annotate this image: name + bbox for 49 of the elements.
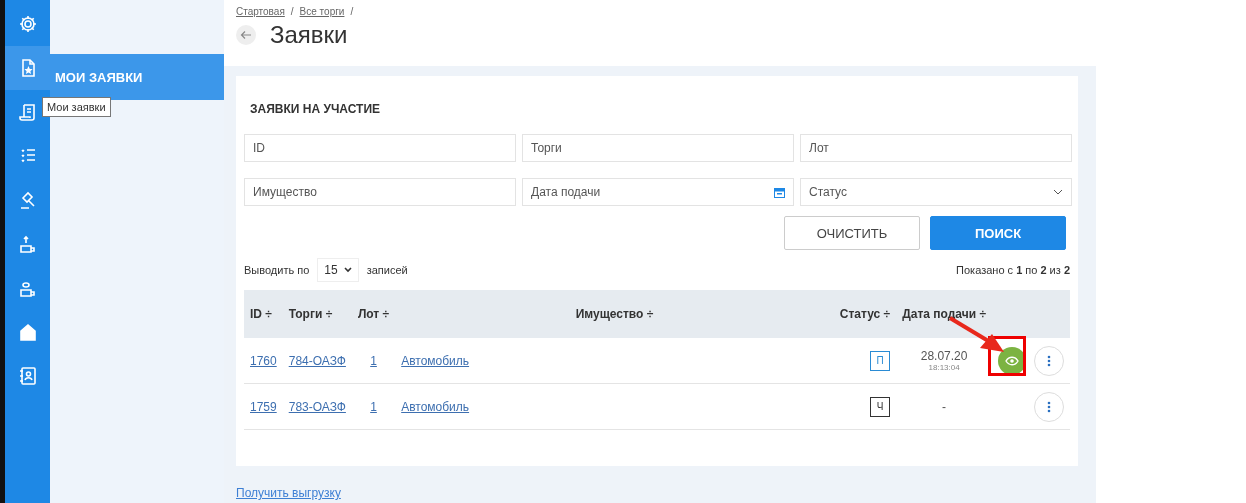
view-button[interactable]: [998, 346, 1026, 375]
status-badge: П: [870, 350, 891, 371]
input-field[interactable]: Лот: [800, 134, 1072, 162]
page-title: Заявки: [270, 21, 348, 49]
column-header[interactable]: ID ÷: [250, 307, 272, 321]
contacts-icon: [17, 366, 38, 386]
clear-button[interactable]: ОЧИСТИТЬ: [784, 216, 920, 250]
date-field[interactable]: Дата подачи: [522, 178, 794, 206]
chevron-down-icon: [1053, 189, 1063, 195]
card-title: ЗАЯВКИ НА УЧАСТИЕ: [249, 101, 381, 118]
page-size-label: Выводить по: [244, 264, 310, 276]
input-field[interactable]: Торги: [522, 134, 794, 162]
back-arrow-icon: [240, 29, 252, 41]
column-header[interactable]: Торги ÷: [288, 307, 333, 321]
auction-link[interactable]: 783-ОАЗФ: [288, 399, 346, 414]
scroll-icon: [17, 102, 38, 122]
page-size-label: записей: [366, 264, 408, 276]
id-link[interactable]: 1759: [250, 399, 277, 414]
more-icon: [1047, 400, 1051, 413]
search-button[interactable]: ПОИСК: [930, 216, 1066, 250]
auction-link[interactable]: 784-ОАЗФ: [288, 353, 346, 368]
calendar-icon: [774, 186, 785, 198]
export-link[interactable]: Получить выгрузку: [236, 486, 341, 500]
page-size-select[interactable]: 15: [317, 258, 359, 282]
column-header[interactable]: Имущество ÷: [575, 307, 654, 321]
id-link[interactable]: 1760: [250, 353, 277, 368]
status-dropdown[interactable]: Статус: [800, 178, 1072, 206]
property-link[interactable]: Автомобиль: [401, 399, 470, 414]
date-text: -: [942, 399, 947, 414]
eye-icon: [1005, 355, 1019, 366]
status-badge: Ч: [870, 396, 891, 417]
property-link[interactable]: Автомобиль: [401, 353, 470, 368]
breadcrumb-link[interactable]: Стартовая: [236, 6, 285, 17]
gear-icon: [17, 14, 38, 34]
time-text: 18:13:04: [928, 363, 960, 372]
breadcrumb-separator: /: [350, 6, 354, 17]
breadcrumb-separator: /: [290, 6, 294, 17]
back-button[interactable]: [236, 25, 256, 45]
input-field[interactable]: ID: [244, 134, 516, 162]
results-count: Показано с 1 по 2 из 2: [956, 264, 1070, 276]
lot-link[interactable]: 1: [370, 399, 377, 414]
tooltip: Мои заявки: [42, 97, 111, 117]
sidebar-icon-button[interactable]: [5, 46, 50, 90]
date-text: 28.07.20: [920, 349, 968, 363]
chevron-down-icon: [343, 267, 352, 273]
breadcrumb-link[interactable]: Все торги: [299, 6, 345, 17]
more-icon: [1047, 354, 1051, 367]
input-field[interactable]: Имущество: [244, 178, 516, 206]
lot-link[interactable]: 1: [370, 353, 377, 368]
